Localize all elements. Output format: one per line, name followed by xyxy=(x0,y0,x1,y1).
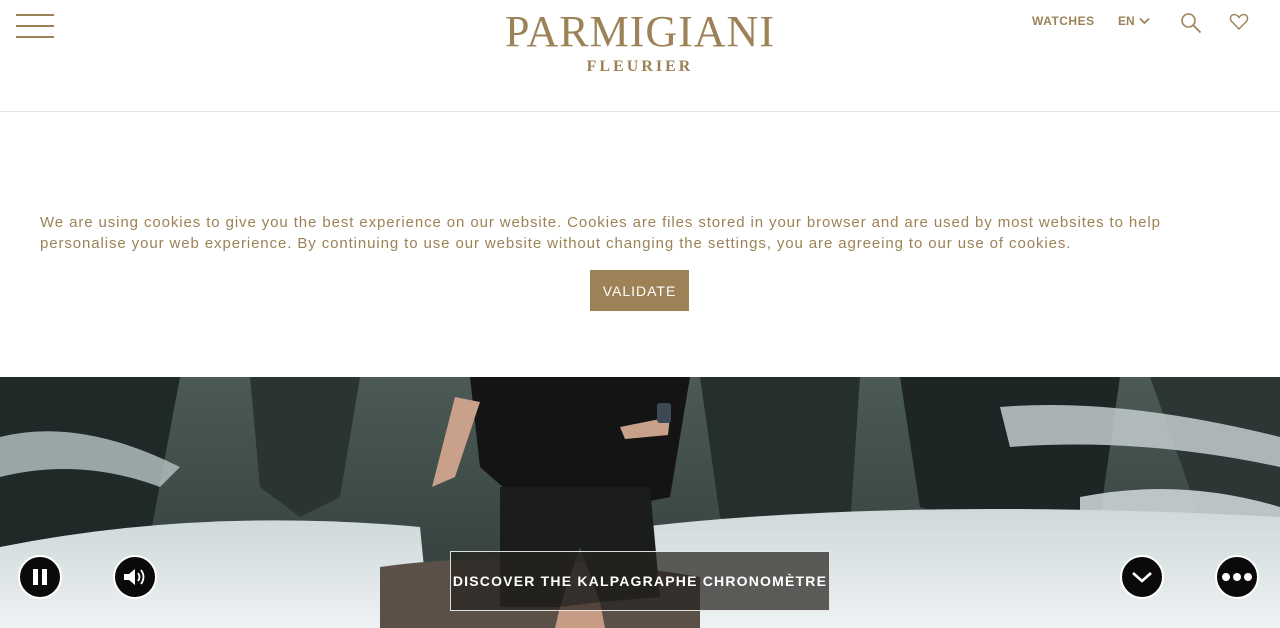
sound-toggle-button[interactable] xyxy=(113,555,157,599)
discover-kalpagraphe-button[interactable]: DISCOVER THE KALPAGRAPHE CHRONOMÈTRE xyxy=(450,551,830,611)
more-options-button[interactable] xyxy=(1215,555,1259,599)
scroll-down-button[interactable] xyxy=(1120,555,1164,599)
search-icon[interactable] xyxy=(1180,12,1202,34)
logo-subtitle: FLEURIER xyxy=(586,58,694,75)
pause-button[interactable] xyxy=(18,555,62,599)
pause-icon xyxy=(33,569,47,585)
language-label: EN xyxy=(1118,14,1135,28)
more-icon xyxy=(1222,573,1252,581)
chevron-down-icon xyxy=(1132,572,1152,583)
site-header: PARMIGIANI FLEURIER WATCHES EN xyxy=(0,0,1280,112)
chevron-down-icon xyxy=(1139,17,1150,25)
cookie-notice-text: We are using cookies to give you the bes… xyxy=(40,214,1161,252)
heart-icon[interactable] xyxy=(1229,12,1249,32)
logo-wordmark: PARMIGIANI xyxy=(505,7,775,56)
validate-cookies-button[interactable]: VALIDATE xyxy=(590,270,689,311)
nav-link-watches[interactable]: WATCHES xyxy=(1032,14,1095,28)
brand-logo[interactable]: PARMIGIANI FLEURIER xyxy=(440,8,840,76)
volume-icon xyxy=(124,569,145,585)
hamburger-menu-icon[interactable] xyxy=(16,12,54,40)
language-selector[interactable]: EN xyxy=(1118,14,1150,28)
